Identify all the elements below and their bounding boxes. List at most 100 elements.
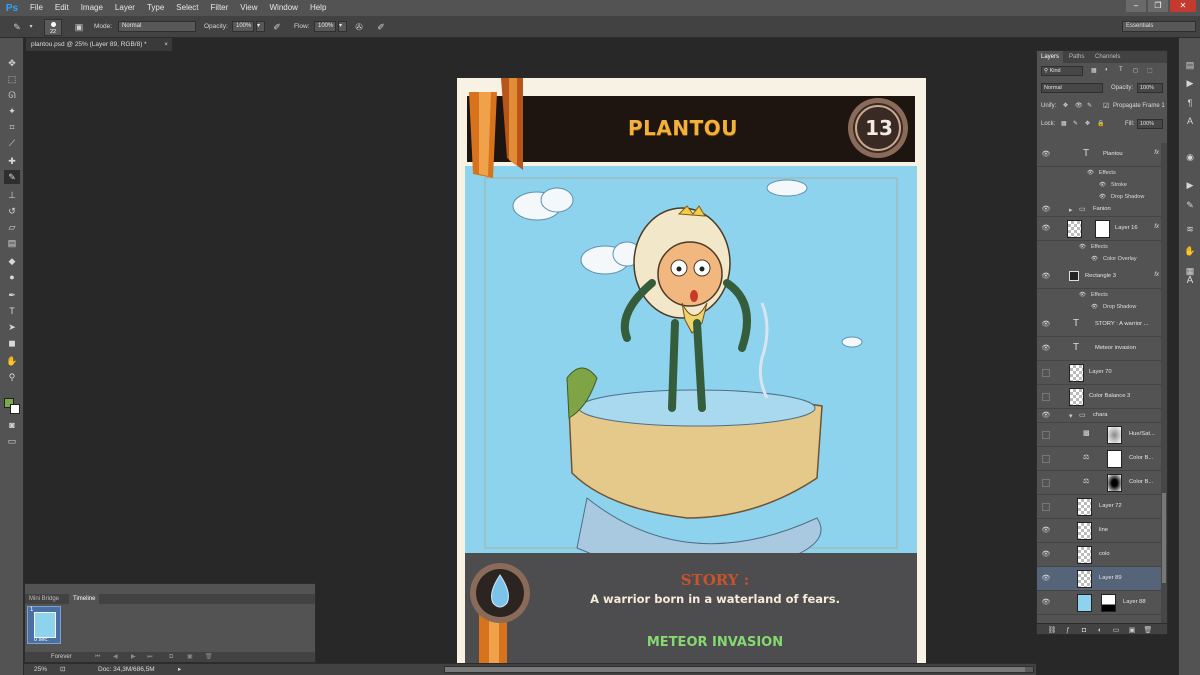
actions-panel-icon[interactable]: ▶: [1183, 76, 1197, 90]
layer-mask-thumbnail[interactable]: [1107, 426, 1122, 444]
character-styles-icon[interactable]: A: [1183, 274, 1197, 288]
layer-70[interactable]: Layer 70: [1037, 361, 1167, 385]
color-panel-icon[interactable]: ◉: [1183, 150, 1197, 164]
zoom-level[interactable]: 25%: [34, 666, 47, 673]
tab-layers[interactable]: Layers: [1037, 51, 1064, 63]
visibility-off-box[interactable]: [1042, 431, 1050, 439]
adjustment-layer-icon[interactable]: ◐: [1095, 626, 1105, 634]
menu-filter[interactable]: Filter: [205, 0, 235, 16]
filter-pixel-icon[interactable]: ▦: [1091, 67, 1097, 74]
effect-drop-shadow[interactable]: 👁 Drop Shadow: [1037, 301, 1167, 313]
airbrush-icon[interactable]: ✇: [352, 20, 366, 34]
effect-stroke[interactable]: 👁 Stroke: [1037, 179, 1167, 191]
layer-89[interactable]: 👁 Layer 89: [1037, 567, 1167, 591]
layer-rectangle-3[interactable]: 👁 Rectangle 3 fx: [1037, 265, 1167, 289]
effects-row[interactable]: 👁 Effects: [1037, 241, 1167, 253]
layer-story-text[interactable]: 👁 T STORY : A warrior ...: [1037, 313, 1167, 337]
pen-tool-icon[interactable]: ✒: [4, 288, 20, 302]
brush-presets-icon[interactable]: ✋: [1183, 244, 1197, 258]
visibility-eye-icon[interactable]: 👁: [1041, 599, 1051, 607]
effects-row[interactable]: 👁 Effects: [1037, 289, 1167, 301]
delete-frame-icon[interactable]: 🗑: [205, 652, 213, 662]
visibility-eye-icon[interactable]: 👁: [1041, 551, 1051, 559]
fx-badge[interactable]: fx: [1154, 224, 1159, 230]
visibility-eye-icon[interactable]: 👁: [1041, 527, 1051, 535]
horizontal-scrollbar[interactable]: [444, 666, 1034, 673]
opacity-dropdown[interactable]: ▾: [256, 21, 265, 32]
background-color-swatch[interactable]: [10, 404, 20, 414]
effect-drop-shadow[interactable]: 👁 Drop Shadow: [1037, 191, 1167, 203]
pressure-size-icon[interactable]: ✐: [374, 20, 388, 34]
unify-visibility-icon[interactable]: 👁: [1075, 102, 1083, 109]
lock-transparency-icon[interactable]: ▦: [1061, 120, 1067, 127]
layer-colo[interactable]: 👁 colo: [1037, 543, 1167, 567]
visibility-eye-icon[interactable]: 👁: [1041, 345, 1051, 353]
scrollbar-thumb[interactable]: [445, 667, 1025, 672]
hand-tool-icon[interactable]: ✋: [4, 354, 20, 368]
menu-help[interactable]: Help: [304, 0, 332, 16]
brush-tool-preset-icon[interactable]: ✎: [10, 20, 24, 34]
tab-channels[interactable]: Channels: [1091, 51, 1124, 63]
gradient-tool-icon[interactable]: ▤: [4, 236, 20, 250]
eyedropper-icon[interactable]: ⟋: [4, 136, 20, 150]
menu-layer[interactable]: Layer: [109, 0, 141, 16]
visibility-eye-icon[interactable]: 👁: [1041, 321, 1051, 329]
lasso-tool-icon[interactable]: ᘏ: [4, 88, 20, 102]
propagate-checkbox[interactable]: ☑: [1103, 102, 1109, 110]
effects-row[interactable]: 👁 Effects: [1037, 167, 1167, 179]
prev-frame-icon[interactable]: ◀: [113, 652, 118, 662]
layer-hue-saturation[interactable]: ▩ Hue/Sat...: [1037, 423, 1167, 447]
scrollbar-thumb[interactable]: [1162, 493, 1166, 583]
brush-size-picker[interactable]: 22: [44, 19, 62, 36]
layer-88[interactable]: 👁 Layer 88: [1037, 591, 1167, 615]
layer-meteor-invasion[interactable]: 👁 T Meteor invasion: [1037, 337, 1167, 361]
add-style-icon[interactable]: ƒ: [1063, 626, 1073, 634]
layer-plantou[interactable]: 👁 T Plantou fx: [1037, 143, 1167, 167]
new-group-icon[interactable]: ▭: [1111, 626, 1121, 634]
filter-kind-select[interactable]: ⚲ Kind: [1041, 66, 1083, 76]
menu-select[interactable]: Select: [170, 0, 204, 16]
crop-tool-icon[interactable]: ⌗: [4, 120, 20, 134]
collapse-arrow-icon[interactable]: ▾: [1069, 412, 1073, 420]
paragraph-panel-icon[interactable]: ¶: [1183, 96, 1197, 110]
blend-mode-select[interactable]: Normal: [1041, 83, 1103, 93]
visibility-eye-icon[interactable]: 👁: [1041, 151, 1051, 159]
screen-mode-icon[interactable]: ▭: [4, 434, 20, 448]
visibility-eye-icon[interactable]: 👁: [1041, 575, 1051, 583]
status-menu-icon[interactable]: ⊡: [60, 665, 65, 673]
loop-select[interactable]: Forever: [51, 652, 72, 662]
blur-tool-icon[interactable]: ◆: [4, 254, 20, 268]
visibility-off-box[interactable]: [1042, 393, 1050, 401]
layers-scrollbar[interactable]: [1161, 143, 1167, 623]
effect-color-overlay[interactable]: 👁 Color Overlay: [1037, 253, 1167, 265]
eraser-icon[interactable]: ▱: [4, 220, 20, 234]
play-panel-icon[interactable]: ▶: [1183, 178, 1197, 192]
lock-pixels-icon[interactable]: ✎: [1073, 120, 1078, 127]
layer-mask-thumbnail[interactable]: [1107, 450, 1122, 468]
visibility-off-box[interactable]: [1042, 479, 1050, 487]
history-panel-icon[interactable]: ▤: [1183, 58, 1197, 72]
visibility-eye-icon[interactable]: 👁: [1041, 273, 1051, 281]
dodge-tool-icon[interactable]: ●: [4, 270, 20, 284]
tab-mini-bridge[interactable]: Mini Bridge: [25, 594, 63, 604]
history-brush-icon[interactable]: ↺: [4, 204, 20, 218]
brush-tool-icon[interactable]: ✎: [4, 170, 20, 184]
fx-badge[interactable]: fx: [1154, 150, 1159, 156]
next-frame-icon[interactable]: ⏭: [147, 652, 152, 662]
clone-stamp-icon[interactable]: ⊥: [4, 188, 20, 202]
unify-style-icon[interactable]: ✎: [1087, 102, 1092, 109]
healing-brush-icon[interactable]: ✚: [4, 154, 20, 168]
mode-select[interactable]: Normal: [118, 21, 196, 32]
lock-position-icon[interactable]: ✥: [1085, 120, 1090, 127]
pressure-opacity-icon[interactable]: ✐: [270, 20, 284, 34]
visibility-off-box[interactable]: [1042, 455, 1050, 463]
filter-type-icon[interactable]: T: [1119, 67, 1123, 73]
layer-opacity-input[interactable]: 100%: [1137, 83, 1163, 93]
flow-input[interactable]: 100%: [314, 21, 336, 32]
first-frame-icon[interactable]: ⏮: [95, 652, 100, 662]
filter-adjustment-icon[interactable]: ◐: [1105, 67, 1109, 73]
group-fanion[interactable]: 👁 ▸ ▭ Fanion: [1037, 203, 1167, 217]
link-layers-icon[interactable]: ⛓: [1047, 626, 1057, 634]
expand-arrow-icon[interactable]: ▸: [1069, 206, 1073, 214]
marquee-tool-icon[interactable]: ⬚: [4, 72, 20, 86]
